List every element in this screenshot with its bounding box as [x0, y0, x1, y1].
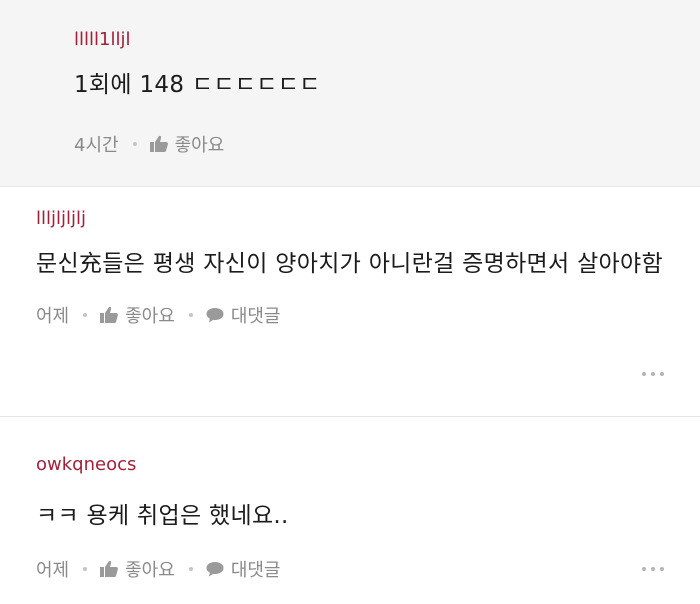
comment-text: ㅋㅋ 용케 취업은 했네요.. [36, 503, 289, 529]
comment-time: 어제 [36, 306, 70, 327]
comment-item: owkqneocs ㅋㅋ 용케 취업은 했네요.. 어제 좋아요 대댓글 [0, 417, 700, 603]
like-button[interactable]: 좋아요 [99, 302, 175, 328]
more-dots-icon[interactable] [642, 372, 664, 376]
comment-text: 문신充들은 평생 자신이 양아치가 아니란걸 증명하면서 살아야함 [36, 251, 663, 277]
separator-dot [83, 567, 88, 571]
thumbs-up-icon [149, 135, 168, 152]
like-label: 좋아요 [125, 306, 175, 327]
speech-bubble-icon [206, 562, 224, 577]
reply-button[interactable]: 대댓글 [205, 556, 281, 582]
like-button[interactable]: 좋아요 [149, 131, 225, 157]
thumbs-up-icon [100, 306, 119, 323]
comment-meta: 어제 좋아요 대댓글 [36, 555, 700, 583]
more-dots-icon[interactable] [642, 567, 664, 571]
comment-author[interactable]: lllll1lljl [74, 28, 700, 52]
like-label: 좋아요 [174, 135, 225, 156]
comment-item: llljljljlj 문신充들은 평생 자신이 양아치가 아니란걸 증명하면서 … [0, 187, 700, 417]
separator-dot [188, 313, 193, 317]
comment-author[interactable]: owkqneocs [36, 453, 700, 477]
thumbs-up-icon [100, 560, 119, 577]
comment-meta: 4시간 좋아요 [74, 130, 700, 158]
reply-button[interactable]: 대댓글 [205, 302, 281, 328]
comment-meta: 어제 좋아요 대댓글 [36, 301, 700, 329]
separator-dot [83, 313, 88, 317]
like-label: 좋아요 [125, 560, 175, 581]
reply-label: 대댓글 [230, 560, 281, 581]
reply-label: 대댓글 [230, 306, 281, 327]
reply-comment: lllll1lljl 1회에 148 ㄷㄷㄷㄷㄷㄷ 4시간 좋아요 [0, 0, 700, 187]
separator-dot [188, 567, 193, 571]
separator-dot [132, 142, 137, 146]
speech-bubble-icon [206, 308, 224, 323]
like-button[interactable]: 좋아요 [99, 556, 175, 582]
comment-author[interactable]: llljljljlj [36, 207, 700, 231]
comment-text: 1회에 148 ㄷㄷㄷㄷㄷㄷ [74, 72, 321, 98]
comment-time: 4시간 [74, 135, 119, 156]
comment-time: 어제 [36, 560, 70, 581]
